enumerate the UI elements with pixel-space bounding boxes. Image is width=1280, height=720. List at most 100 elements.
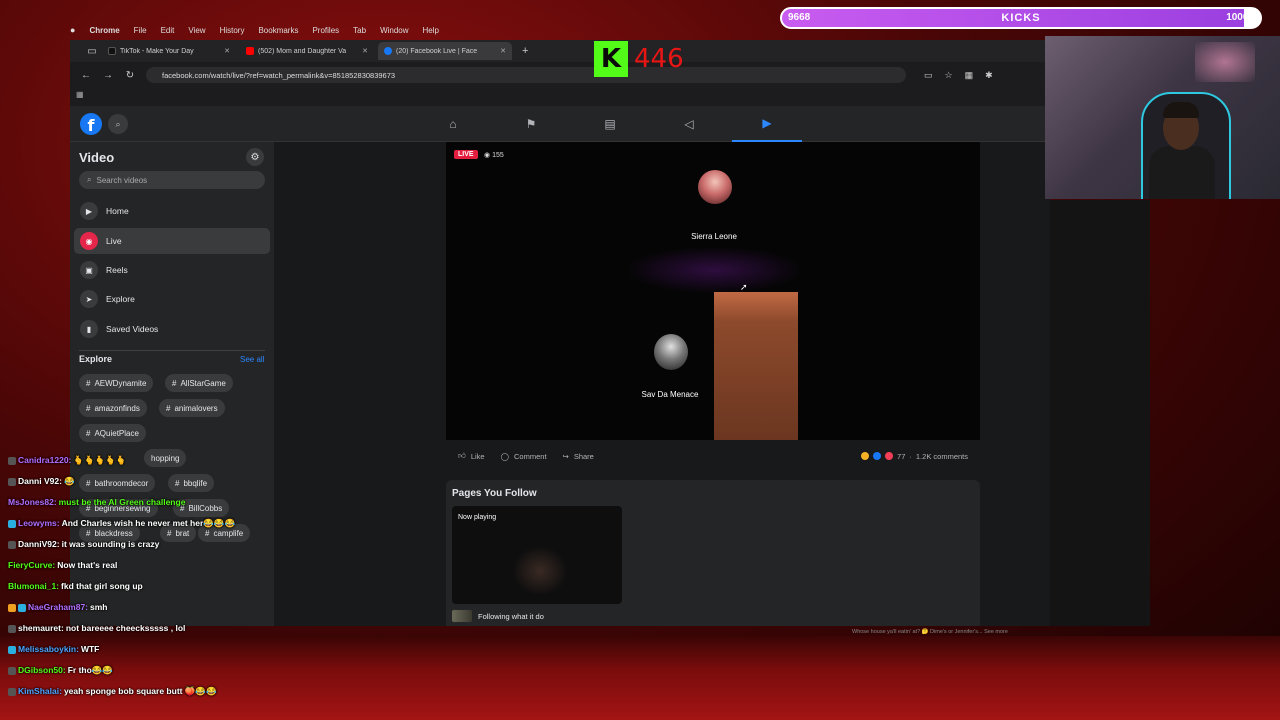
- chat-username: Canidra1220:: [18, 455, 72, 465]
- menu-app-name[interactable]: Chrome: [89, 26, 119, 35]
- chat-text: smh: [90, 602, 108, 612]
- marketplace-icon[interactable]: ▤: [575, 106, 645, 142]
- menu-view[interactable]: View: [188, 26, 205, 35]
- sidebar-item-saved-videos[interactable]: ▮ Saved Videos: [74, 316, 270, 342]
- video-glow: [630, 248, 798, 292]
- hashtag-chip[interactable]: hopping: [144, 449, 187, 467]
- forward-icon[interactable]: →: [102, 70, 114, 81]
- menu-file[interactable]: File: [134, 26, 147, 35]
- close-tab-icon[interactable]: ✕: [224, 47, 230, 55]
- close-tab-icon[interactable]: ✕: [500, 47, 506, 55]
- live-icon: ◉: [80, 232, 98, 250]
- hashtag-icon: #: [86, 403, 91, 413]
- url-field[interactable]: facebook.com/watch/live/?ref=watch_perma…: [146, 67, 906, 83]
- sidebar-item-home[interactable]: ▶ Home: [74, 198, 270, 224]
- facebook-icon: [384, 47, 392, 55]
- apple-icon[interactable]: ●: [70, 25, 75, 35]
- menu-window[interactable]: Window: [380, 26, 408, 35]
- puzzle-icon[interactable]: ✱: [985, 70, 993, 81]
- tab-facebook-live[interactable]: (20) Facebook Live | Face ✕: [378, 42, 512, 60]
- chat-text: 😂: [63, 476, 75, 486]
- menu-history[interactable]: History: [220, 26, 245, 35]
- chat-message: KimShalai: yeah sponge bob square butt 🍑😂…: [8, 686, 217, 697]
- dot-separator: ·: [909, 451, 912, 461]
- guest-name: Sav Da Menace: [641, 390, 699, 399]
- hashtag-chip[interactable]: # AllStarGame: [165, 374, 233, 392]
- share-button[interactable]: ↪ Share: [563, 452, 594, 461]
- search-videos-input[interactable]: ⌕ Search videos: [79, 171, 265, 189]
- video-main: LIVE ◉ 155 Sierra Leone Sav Da Menace ➚ …: [274, 142, 1050, 626]
- tab-tiktok[interactable]: TikTok - Make Your Day ✕: [102, 42, 236, 60]
- sidebar-item-label: Home: [106, 206, 129, 216]
- goal-label: KICKS: [1001, 12, 1041, 24]
- close-tab-icon[interactable]: ✕: [362, 47, 368, 55]
- like-button[interactable]: 👍︎ Like: [458, 451, 485, 461]
- chat-username: Blumonai_1:: [8, 581, 60, 591]
- cast-icon[interactable]: ▭: [924, 70, 933, 81]
- tab-youtube[interactable]: (502) Mom and Daughter Va ✕: [240, 42, 374, 60]
- mouse-cursor-icon: ➚: [740, 282, 748, 292]
- hashtag-chip[interactable]: # AEWDynamite: [79, 374, 154, 392]
- search-icon[interactable]: ⌕: [108, 114, 128, 134]
- chat-badge-icon: [8, 666, 16, 675]
- now-playing-card[interactable]: Now playing: [452, 506, 622, 604]
- chip-label: animalovers: [174, 403, 218, 413]
- video-tab-icon[interactable]: ▶: [732, 106, 802, 142]
- see-all-link[interactable]: See all: [240, 355, 264, 364]
- menu-bookmarks[interactable]: Bookmarks: [258, 26, 298, 35]
- menu-profiles[interactable]: Profiles: [312, 26, 339, 35]
- live-video-player[interactable]: LIVE ◉ 155 Sierra Leone Sav Da Menace ➚: [446, 142, 980, 440]
- guest-camera-feed: [714, 292, 798, 440]
- hashtag-chip[interactable]: # bathroomdecor: [79, 474, 156, 492]
- sidebar-item-live[interactable]: ◉ Live: [74, 228, 270, 254]
- back-icon[interactable]: ←: [80, 70, 92, 81]
- new-tab-icon[interactable]: +: [522, 45, 528, 57]
- chip-label: brat: [175, 528, 190, 538]
- reels-icon: ▣: [80, 261, 98, 279]
- menu-edit[interactable]: Edit: [161, 26, 175, 35]
- hashtag-chip[interactable]: # amazonfinds: [79, 399, 147, 417]
- hashtag-chip[interactable]: # animalovers: [159, 399, 225, 417]
- menu-help[interactable]: Help: [423, 26, 439, 35]
- sidebar-toggle-icon[interactable]: ▭: [86, 46, 98, 57]
- tab-title: TikTok - Make Your Day: [120, 47, 194, 55]
- following-item[interactable]: Following what it do: [452, 610, 544, 622]
- explore-heading: Explore: [79, 354, 113, 364]
- chat-badge-icon: [8, 456, 16, 465]
- love-reaction-icon: [885, 452, 894, 460]
- gear-icon[interactable]: ⚙: [246, 148, 264, 166]
- hashtag-icon: #: [175, 478, 180, 488]
- chat-username: DanniV92:: [18, 539, 60, 549]
- like-label: Like: [470, 451, 485, 461]
- chip-label: hopping: [151, 453, 180, 463]
- reload-icon[interactable]: ↻: [124, 70, 136, 81]
- hashtag-icon: #: [167, 528, 172, 538]
- hashtag-chip[interactable]: # bbqlife: [168, 474, 215, 492]
- chat-badge-icon: [8, 477, 16, 486]
- home-icon[interactable]: ⌂: [418, 106, 488, 142]
- comments-count[interactable]: 1.2K comments: [916, 452, 968, 461]
- hashtag-icon: #: [86, 378, 91, 388]
- extension-icon[interactable]: ▦: [965, 70, 974, 81]
- comment-button[interactable]: ◯ Comment: [501, 452, 547, 461]
- flag-icon[interactable]: ⚑: [496, 106, 566, 142]
- sidebar-item-explore[interactable]: ➤ Explore: [74, 286, 270, 312]
- sidebar-item-reels[interactable]: ▣ Reels: [74, 257, 270, 283]
- hashtag-chip[interactable]: # AQuietPlace: [79, 424, 146, 442]
- chip-label: amazonfinds: [94, 403, 140, 413]
- reactions-count: 77: [897, 451, 906, 461]
- menu-tab[interactable]: Tab: [353, 26, 366, 35]
- apps-icon[interactable]: ▦: [76, 90, 84, 99]
- facebook-logo-icon[interactable]: f: [80, 113, 102, 135]
- chat-message: Danni V92: 😂: [8, 476, 75, 487]
- star-icon[interactable]: ☆: [945, 70, 953, 81]
- chat-username: Leowyms:: [18, 518, 60, 528]
- chat-badge-icon: [8, 519, 16, 528]
- megaphone-icon[interactable]: ◁: [654, 106, 724, 142]
- sidebar-item-label: Live: [106, 236, 122, 246]
- guest-name: Sierra Leone: [691, 232, 737, 241]
- bookmark-icon: ▮: [80, 320, 98, 338]
- chat-badge-icon: [8, 624, 16, 633]
- reactions-summary[interactable]: 77 · 1.2K comments: [861, 452, 968, 461]
- browser-window: ▭ TikTok - Make Your Day ✕ (502) Mom and…: [70, 40, 1050, 626]
